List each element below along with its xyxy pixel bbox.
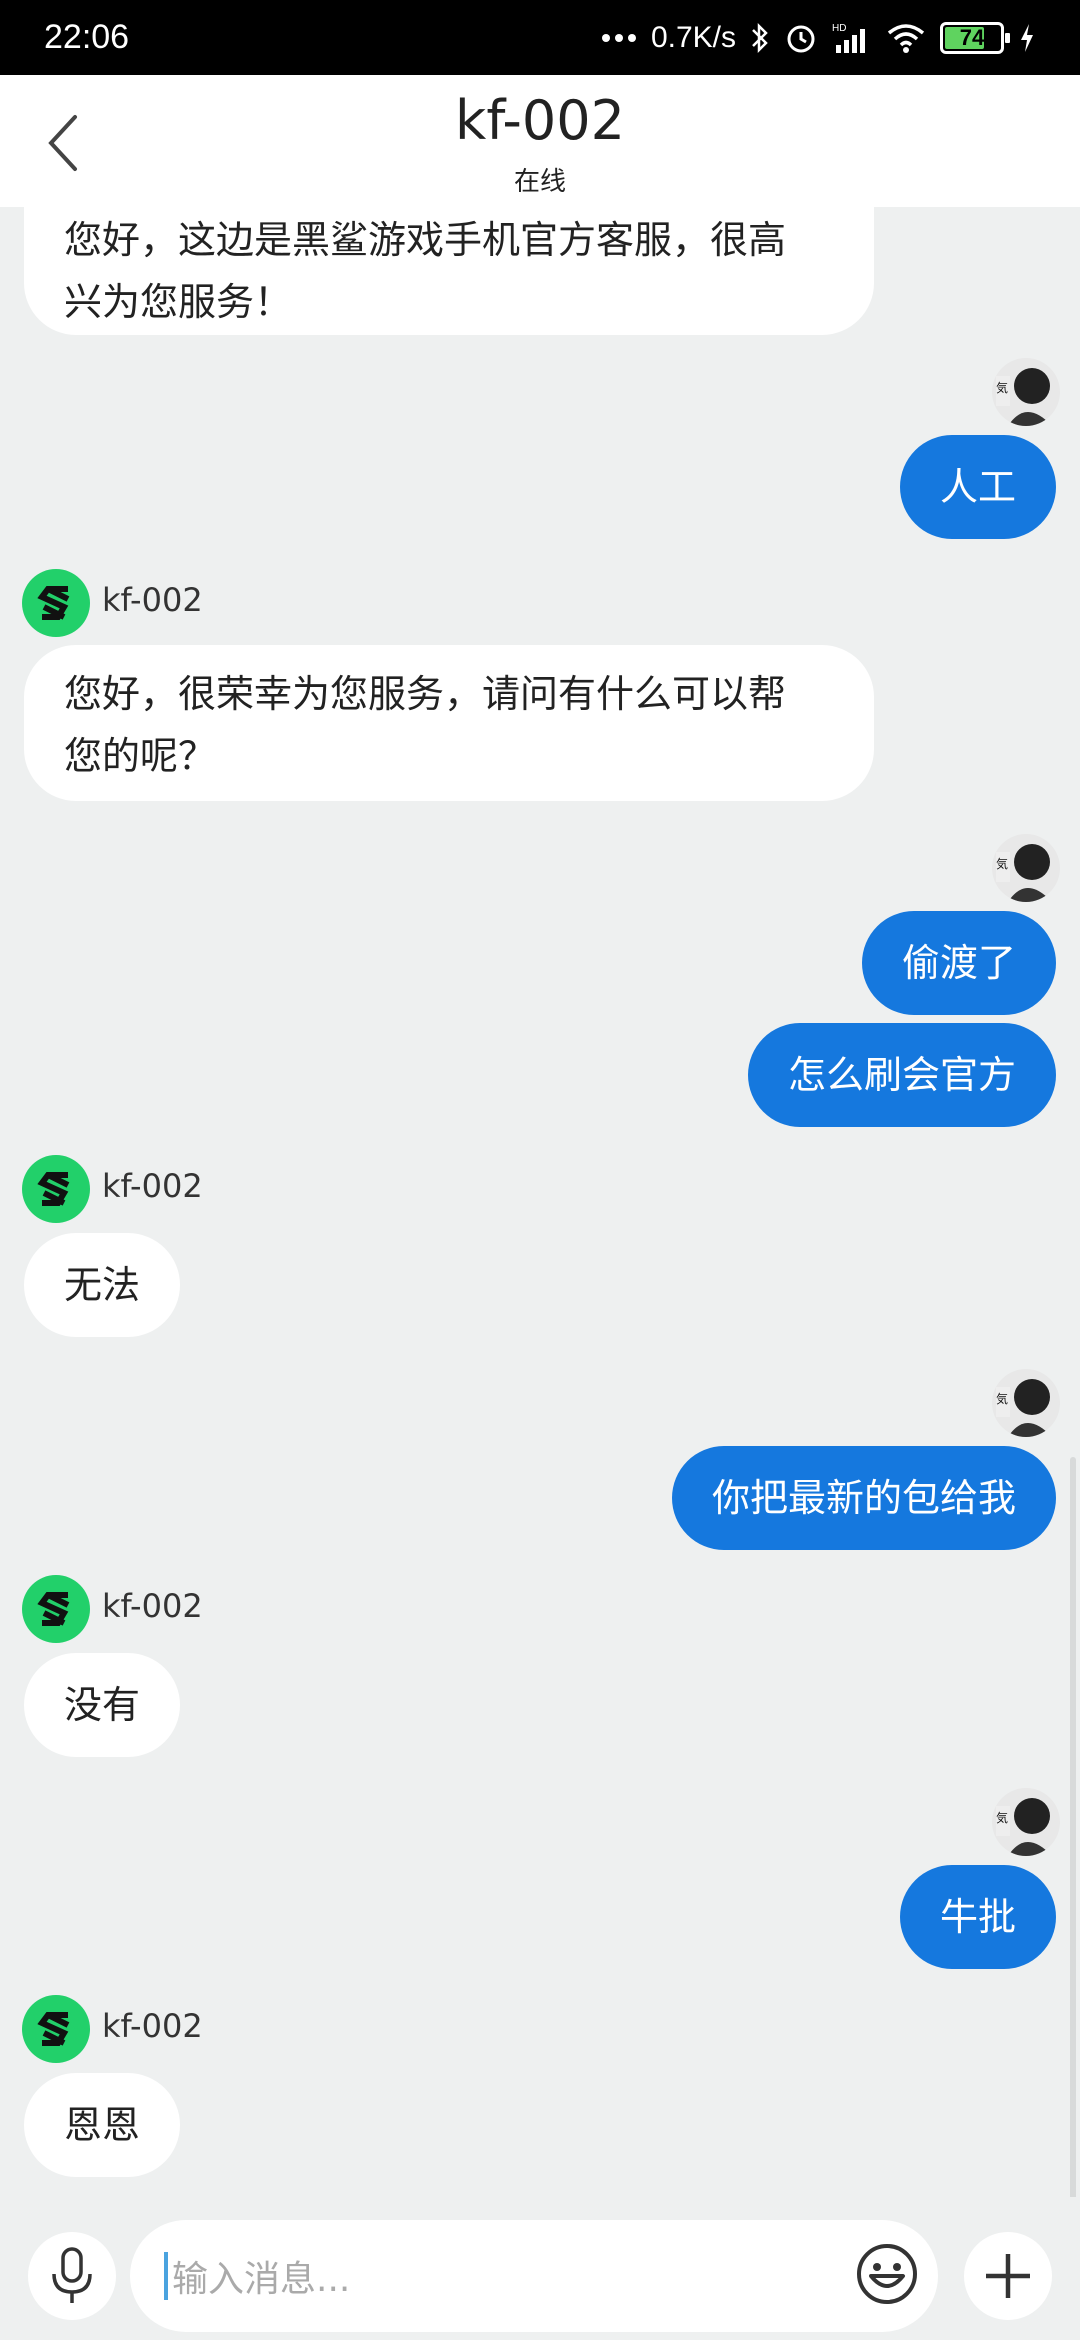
- user-avatar-icon: 気: [996, 368, 1052, 426]
- user-message: 偷渡了: [861, 911, 1056, 1015]
- hd-signal-icon: HD: [832, 18, 872, 58]
- status-time: 22:06: [44, 18, 130, 56]
- blackshark-logo-icon: [37, 1592, 70, 1626]
- wifi-icon: [886, 18, 926, 58]
- svg-text:HD: HD: [832, 23, 846, 34]
- agent-name: kf-002: [102, 1167, 203, 1205]
- alarm-icon: [784, 18, 818, 58]
- agent-name: kf-002: [102, 581, 203, 619]
- text-caret: [164, 2252, 168, 2300]
- user-message: 怎么刷会官方: [747, 1023, 1056, 1127]
- status-icons: 0.7K/s HD 74: [601, 18, 1036, 58]
- message-line: 兴为您服务！: [64, 280, 293, 324]
- message-text: 你把最新的包给我: [711, 1476, 1016, 1520]
- message-text: 人工: [939, 465, 1016, 509]
- avatar[interactable]: [22, 1575, 90, 1643]
- chat-screen: 22:06 0.7K/s HD 74 kf-002 在线 您好，这边是黑鲨游戏手…: [0, 0, 1080, 2340]
- avatar[interactable]: 気: [992, 1369, 1060, 1437]
- message-text: 怎么刷会官方: [787, 1053, 1016, 1097]
- online-status: 在线: [513, 167, 566, 197]
- blackshark-logo-icon: [37, 2012, 70, 2046]
- microphone-icon: [52, 2247, 92, 2303]
- input-bar: 输入消息...: [0, 2197, 1080, 2340]
- blackshark-logo-icon: [37, 586, 70, 620]
- user-message: 你把最新的包给我: [671, 1446, 1056, 1550]
- svg-text:気: 気: [996, 380, 1008, 395]
- charging-icon: [1018, 18, 1036, 58]
- message-list[interactable]: 您好，这边是黑鲨游戏手机官方客服，很高 兴为您服务！ 気 人工 kf-002 您…: [0, 207, 1080, 2197]
- avatar[interactable]: [22, 1995, 90, 2063]
- input-placeholder: 输入消息...: [172, 2259, 351, 2300]
- agent-name: kf-002: [102, 1587, 203, 1625]
- user-avatar-icon: 気: [996, 1798, 1052, 1856]
- message-input[interactable]: 输入消息...: [130, 2220, 938, 2332]
- avatar[interactable]: 気: [992, 1788, 1060, 1856]
- agent-message: 您好，这边是黑鲨游戏手机官方客服，很高 兴为您服务！: [24, 207, 874, 335]
- user-avatar-icon: 気: [996, 1379, 1052, 1437]
- agent-name: kf-002: [102, 2007, 203, 2045]
- bluetooth-icon: [750, 18, 770, 58]
- net-speed: 0.7K/s: [650, 20, 736, 54]
- user-message: 牛批: [899, 1865, 1056, 1969]
- message-text: 无法: [64, 1263, 141, 1307]
- message-text: 牛批: [939, 1895, 1016, 1939]
- message-text: 恩恩: [64, 2103, 141, 2147]
- agent-message: 无法: [24, 1233, 181, 1337]
- agent-message: 恩恩: [24, 2073, 181, 2177]
- agent-message: 没有: [24, 1653, 181, 1757]
- battery-icon: 74: [940, 21, 1010, 54]
- emoji-button[interactable]: [852, 2239, 922, 2309]
- avatar[interactable]: 気: [992, 834, 1060, 902]
- message-line: 您好，很荣幸为您服务，请问有什么可以帮: [64, 672, 787, 716]
- avatar[interactable]: 気: [992, 358, 1060, 426]
- avatar[interactable]: [22, 569, 90, 637]
- svg-text:気: 気: [996, 1391, 1008, 1406]
- message-line: 您的呢？: [64, 734, 217, 778]
- svg-text:気: 気: [996, 856, 1008, 871]
- user-message: 人工: [899, 435, 1056, 539]
- chat-header: kf-002 在线: [0, 75, 1080, 207]
- smiley-icon: [857, 2244, 917, 2304]
- agent-message: 您好，很荣幸为您服务，请问有什么可以帮 您的呢？: [24, 645, 874, 801]
- message-text: 偷渡了: [901, 941, 1016, 985]
- avatar[interactable]: [22, 1155, 90, 1223]
- add-button[interactable]: [964, 2232, 1052, 2320]
- plus-icon: [986, 2254, 1030, 2298]
- status-bar: 22:06 0.7K/s HD 74: [0, 0, 1080, 75]
- message-text: 没有: [64, 1683, 141, 1727]
- message-line: 您好，这边是黑鲨游戏手机官方客服，很高: [64, 218, 787, 262]
- svg-text:気: 気: [996, 1810, 1008, 1825]
- scrollbar[interactable]: [1070, 1457, 1076, 2197]
- blackshark-logo-icon: [37, 1172, 70, 1206]
- page-title: kf-002: [455, 89, 625, 152]
- battery-level: 74: [959, 24, 985, 50]
- dots-icon: [601, 18, 637, 58]
- voice-button[interactable]: [28, 2232, 116, 2320]
- user-avatar-icon: 気: [996, 844, 1052, 902]
